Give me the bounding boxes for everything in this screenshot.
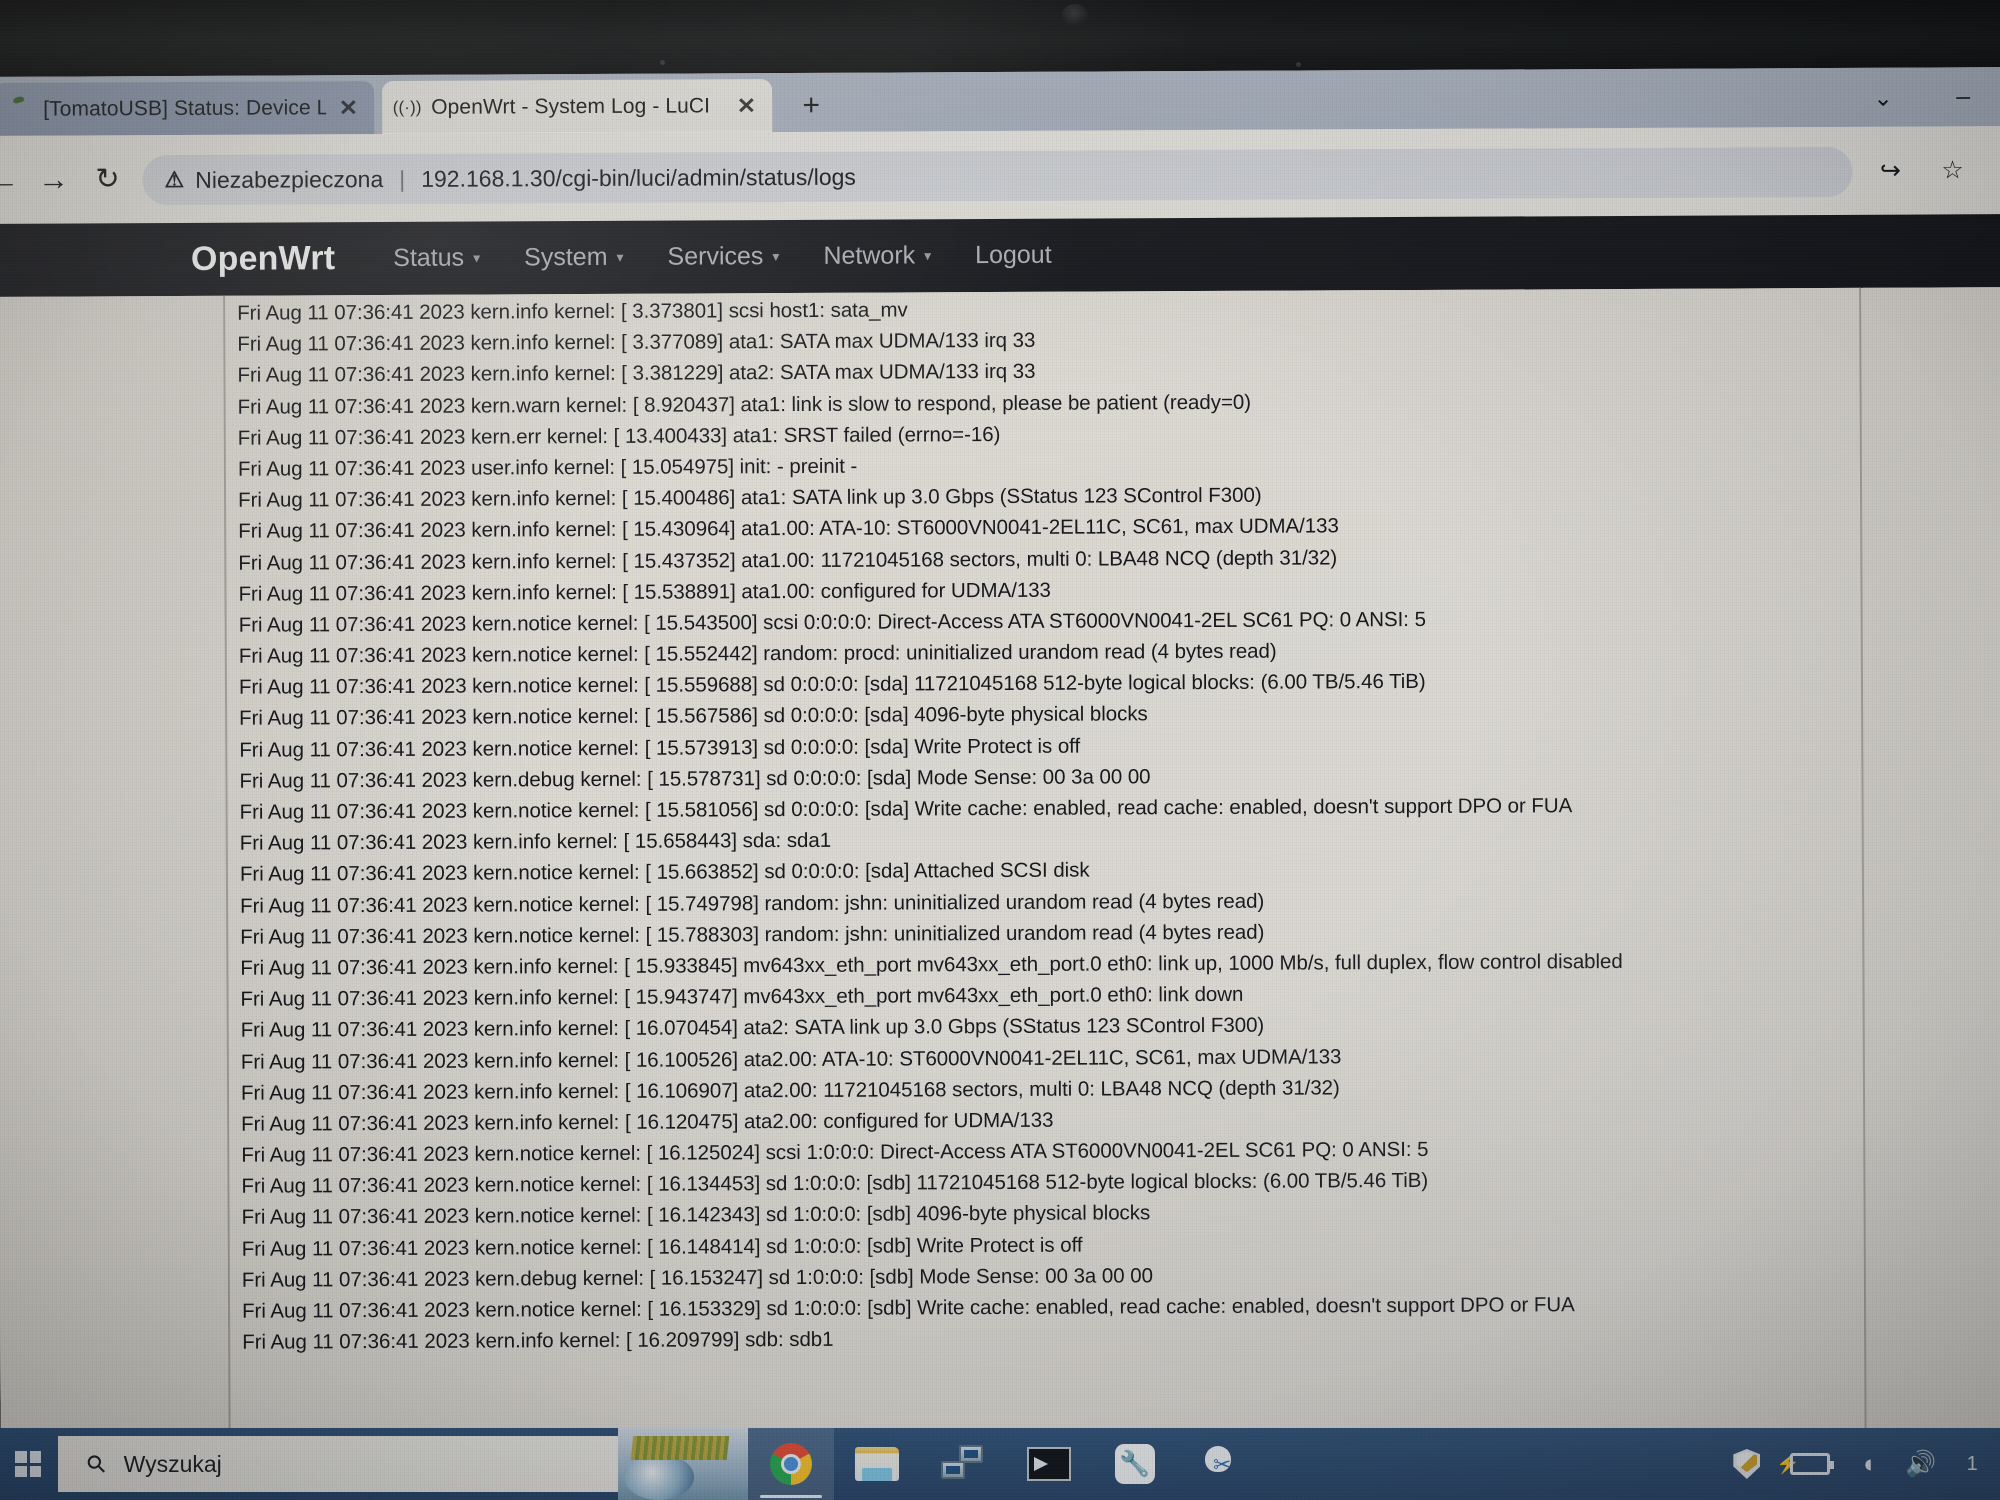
- bezel-glare: [0, 0, 2000, 72]
- taskbar-explorer-button[interactable]: [834, 1428, 920, 1500]
- desktop-wallpaper-peek: [618, 1428, 748, 1500]
- laptop-screen-photo: [TomatoUSB] Status: Device List ✕ ((·)) …: [0, 0, 2000, 1500]
- browser-tab-tomatousb[interactable]: [TomatoUSB] Status: Device List ✕: [0, 81, 375, 136]
- taskbar-tools-button[interactable]: 🔧: [1092, 1428, 1178, 1500]
- browser-toolbar: ← → ↻ ⚠ Niezabezpieczona | 192.168.1.30/…: [0, 126, 2000, 224]
- system-log-textarea[interactable]: Fri Aug 11 07:36:41 2023 kern.info kerne…: [223, 287, 1867, 1500]
- menu-item-services[interactable]: Services ▾: [667, 242, 779, 272]
- close-icon[interactable]: ✕: [339, 95, 359, 120]
- page-gutter-right: [1863, 287, 2000, 1496]
- search-placeholder: Wyszukaj: [123, 1450, 222, 1477]
- file-explorer-icon: [855, 1447, 899, 1481]
- shield-icon[interactable]: [1733, 1449, 1761, 1479]
- url-text: 192.168.1.30/cgi-bin/luci/admin/status/l…: [421, 163, 856, 192]
- browser-tab-openwrt[interactable]: ((·)) OpenWrt - System Log - LuCI ✕: [382, 79, 773, 135]
- chevron-down-icon: ▾: [473, 249, 481, 266]
- luci-menu: Status ▾ System ▾ Services ▾ Network ▾ L…: [393, 241, 1052, 273]
- new-tab-button[interactable]: +: [794, 89, 828, 125]
- clock[interactable]: 1: [1967, 1453, 1978, 1476]
- search-icon: ⚲: [81, 1448, 113, 1480]
- taskbar-app-icons: 🔧: [748, 1428, 1264, 1500]
- wifi-broadcast-icon: ((·)): [392, 97, 422, 117]
- chevron-down-icon: ▾: [772, 248, 780, 265]
- taskbar-network-button[interactable]: [920, 1428, 1006, 1500]
- browser-tab-strip: [TomatoUSB] Status: Device List ✕ ((·)) …: [0, 67, 2000, 136]
- menu-item-logout[interactable]: Logout: [975, 241, 1052, 270]
- share-icon[interactable]: ↪: [1870, 151, 1910, 191]
- security-label: Niezabezpieczona: [195, 165, 384, 193]
- start-button[interactable]: [0, 1428, 56, 1500]
- menu-label: System: [524, 242, 608, 272]
- menu-label: Network: [823, 241, 916, 270]
- address-bar[interactable]: ⚠ Niezabezpieczona | 192.168.1.30/cgi-bi…: [142, 146, 1853, 206]
- taskbar-terminal-button[interactable]: [1006, 1428, 1092, 1500]
- laptop-bezel: [0, 0, 2000, 72]
- terminal-icon: [1027, 1447, 1071, 1481]
- snipping-tool-icon: [1201, 1444, 1241, 1484]
- log-line: Fri Aug 11 07:36:41 2023 kern.info kerne…: [242, 1328, 834, 1354]
- bookmark-star-icon[interactable]: ☆: [1932, 150, 1972, 190]
- taskbar-chrome-button[interactable]: [748, 1428, 834, 1500]
- tomato-icon: [8, 98, 30, 120]
- minimize-button[interactable]: –: [1946, 82, 1980, 111]
- chrome-icon: [770, 1443, 812, 1485]
- menu-label: Logout: [975, 240, 1052, 270]
- menu-item-network[interactable]: Network ▾: [823, 241, 931, 271]
- menu-item-status[interactable]: Status ▾: [393, 244, 480, 273]
- forward-button[interactable]: →: [30, 158, 76, 204]
- luci-navbar: OpenWrt Status ▾ System ▾ Services ▾ Net…: [0, 214, 2000, 297]
- tools-icon: 🔧: [1115, 1444, 1155, 1484]
- insecure-warning-icon: ⚠: [164, 166, 185, 193]
- close-icon[interactable]: ✕: [737, 93, 757, 118]
- back-button[interactable]: ←: [0, 158, 27, 204]
- battery-icon[interactable]: [1790, 1453, 1835, 1475]
- screen-content: [TomatoUSB] Status: Device List ✕ ((·)) …: [0, 67, 2000, 1500]
- page-gutter-left: [0, 295, 229, 1500]
- chevron-down-icon[interactable]: ⌄: [1866, 85, 1900, 112]
- tab-title: OpenWrt - System Log - LuCI: [431, 93, 711, 119]
- tab-title: [TomatoUSB] Status: Device List: [43, 95, 327, 121]
- system-tray: ⚡ ◖ 🔊 1: [1733, 1449, 2000, 1479]
- web-page: OpenWrt Status ▾ System ▾ Services ▾ Net…: [0, 214, 2000, 1500]
- windows-logo-icon: [15, 1451, 41, 1477]
- menu-label: Services: [667, 242, 764, 271]
- windows-taskbar: ⚲ Wyszukaj 🔧 ✂ ⚡ ◖ 🔊 1: [0, 1428, 2000, 1500]
- chevron-down-icon: ▾: [924, 247, 932, 264]
- menu-item-system[interactable]: System ▾: [524, 243, 624, 272]
- reload-button[interactable]: ↻: [84, 157, 130, 203]
- menu-label: Status: [393, 243, 465, 272]
- network-transfer-icon: [941, 1445, 985, 1483]
- wifi-icon[interactable]: ◖: [1860, 1451, 1875, 1477]
- volume-icon[interactable]: 🔊: [1905, 1451, 1936, 1477]
- omnibox-separator: |: [399, 165, 406, 192]
- openwrt-brand[interactable]: OpenWrt: [191, 239, 336, 279]
- chevron-down-icon: ▾: [616, 248, 624, 265]
- taskbar-snipping-button[interactable]: [1178, 1428, 1264, 1500]
- taskbar-search-box[interactable]: ⚲ Wyszukaj: [58, 1436, 618, 1492]
